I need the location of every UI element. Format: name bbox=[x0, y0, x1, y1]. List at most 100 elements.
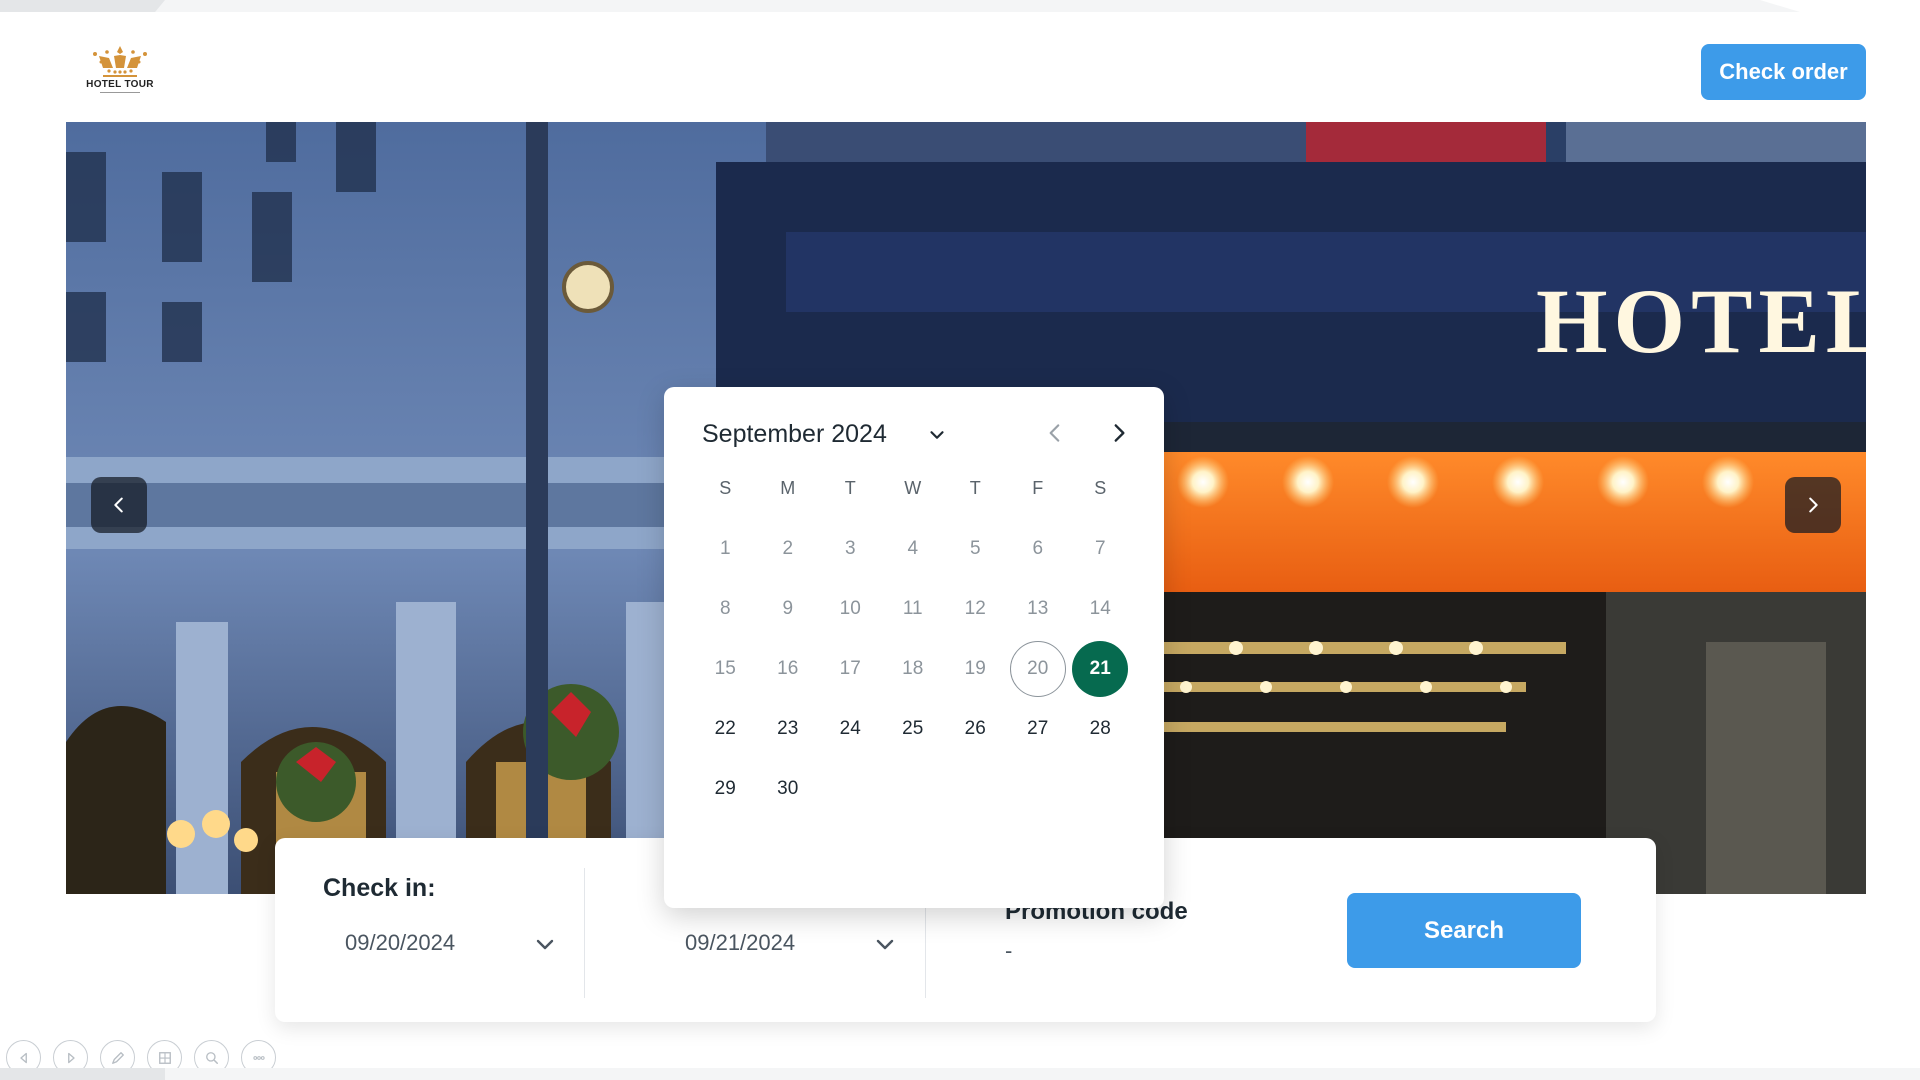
calendar-day: 7 bbox=[1069, 519, 1132, 579]
more-icon bbox=[252, 1055, 265, 1060]
calendar-day[interactable]: 29 bbox=[694, 759, 757, 819]
promo-input[interactable]: - bbox=[1005, 938, 1012, 964]
weekday-label: T bbox=[969, 478, 981, 498]
date-picker-popup: September 2024 S M T W T F S 1 2 3 4 5 6 7 8 9 10… bbox=[664, 387, 1164, 908]
calendar-day-number: 6 bbox=[1032, 538, 1044, 559]
chevron-down-icon[interactable] bbox=[926, 424, 948, 446]
chevron-down-icon bbox=[876, 939, 894, 950]
calendar-day-number: 23 bbox=[777, 718, 799, 739]
calendar-day[interactable]: 26 bbox=[944, 699, 1007, 759]
checkin-value: 09/20/2024 bbox=[345, 930, 456, 955]
hotel-logo[interactable]: HOTEL TOUR bbox=[86, 44, 154, 100]
calendar-day[interactable]: 22 bbox=[694, 699, 757, 759]
calendar-day-number: 19 bbox=[964, 658, 986, 679]
weekday-label: S bbox=[1094, 478, 1107, 498]
calendar-day-number: 11 bbox=[902, 598, 923, 619]
bottom-strip bbox=[0, 1068, 1920, 1080]
calendar-day[interactable]: 27 bbox=[1007, 699, 1070, 759]
calendar-day-number: 2 bbox=[782, 538, 794, 559]
checkin-field[interactable]: 09/20/2024 bbox=[323, 918, 563, 968]
chevron-right-icon bbox=[1114, 423, 1125, 442]
calendar-day-number: 9 bbox=[782, 598, 794, 619]
chevron-left-icon bbox=[1049, 423, 1060, 442]
calendar-day-number: 17 bbox=[839, 658, 861, 679]
calendar-day: 13 bbox=[1007, 579, 1070, 639]
chevron-down-icon bbox=[536, 939, 554, 950]
calendar-day-number: 24 bbox=[839, 718, 861, 739]
calendar-day-number: 22 bbox=[714, 718, 736, 739]
hero-next-button[interactable] bbox=[1785, 477, 1841, 533]
calendar-day-number: 18 bbox=[902, 658, 924, 679]
calendar-day-number: 1 bbox=[719, 538, 731, 559]
calendar-day: 14 bbox=[1069, 579, 1132, 639]
calendar-day[interactable]: 30 bbox=[757, 759, 820, 819]
calendar-day[interactable]: 28 bbox=[1069, 699, 1132, 759]
check-order-button[interactable]: Check order bbox=[1701, 44, 1866, 100]
calendar-day: 18 bbox=[882, 639, 945, 699]
logo-underline bbox=[100, 92, 140, 94]
calendar-day: 16 bbox=[757, 639, 820, 699]
calendar-day-number: 14 bbox=[1089, 598, 1111, 619]
calendar-day[interactable]: 23 bbox=[757, 699, 820, 759]
pen-icon bbox=[111, 1051, 124, 1064]
calendar-day: 4 bbox=[882, 519, 945, 579]
calendar-month-label[interactable]: September 2024 bbox=[702, 420, 887, 449]
checkin-label: Check in: bbox=[323, 874, 436, 902]
calendar-day-number: 7 bbox=[1094, 538, 1106, 559]
weekday-label: F bbox=[1032, 478, 1044, 498]
calendar-day-number: 30 bbox=[777, 778, 799, 799]
top-strip bbox=[0, 0, 1920, 12]
weekday-label: M bbox=[780, 478, 796, 498]
checkout-value: 09/21/2024 bbox=[685, 930, 796, 955]
chevron-left-icon bbox=[114, 497, 123, 513]
calendar-day-number: 13 bbox=[1027, 598, 1049, 619]
search-button[interactable]: Search bbox=[1347, 893, 1581, 968]
calendar-day: 1 bbox=[694, 519, 757, 579]
zoom-icon bbox=[205, 1051, 218, 1064]
calendar-prev-month-button[interactable] bbox=[1040, 419, 1070, 449]
calendar-day[interactable]: 24 bbox=[819, 699, 882, 759]
calendar-next-month-button[interactable] bbox=[1104, 419, 1134, 449]
crown-icon bbox=[93, 46, 147, 77]
hero-prev-button[interactable] bbox=[91, 477, 147, 533]
calendar-day: 15 bbox=[694, 639, 757, 699]
calendar-day-number: 4 bbox=[907, 538, 919, 559]
calendar-day-number: 27 bbox=[1027, 718, 1049, 739]
calendar-day[interactable]: 20 bbox=[1007, 639, 1070, 699]
calendar-day: 3 bbox=[819, 519, 882, 579]
calendar-day: 2 bbox=[757, 519, 820, 579]
calendar-day-number: 16 bbox=[777, 658, 799, 679]
calendar-day-number: 25 bbox=[902, 718, 924, 739]
calendar-day: 8 bbox=[694, 579, 757, 639]
field-divider bbox=[584, 868, 585, 998]
weekday-label: S bbox=[719, 478, 732, 498]
weekday-label: W bbox=[904, 478, 922, 498]
top-strip-tab bbox=[0, 0, 165, 12]
calendar-day: 12 bbox=[944, 579, 1007, 639]
calendar-day-number: 5 bbox=[969, 538, 981, 559]
calendar-day: 19 bbox=[944, 639, 1007, 699]
weekday-label: T bbox=[844, 478, 856, 498]
arrow-right-icon bbox=[67, 1052, 75, 1063]
calendar-day-number: 10 bbox=[839, 598, 861, 619]
calendar-day: 10 bbox=[819, 579, 882, 639]
calendar-day-number: 15 bbox=[714, 658, 736, 679]
bottom-strip-tab bbox=[0, 1068, 165, 1080]
top-strip-corner bbox=[1760, 0, 1920, 12]
calendar-day-number: 20 bbox=[1009, 641, 1066, 697]
calendar-day-number: 8 bbox=[719, 598, 731, 619]
calendar-day-number: 28 bbox=[1089, 718, 1111, 739]
hotel-sign-text: HOTEL bbox=[1536, 270, 1866, 372]
chevron-right-icon bbox=[1809, 497, 1818, 513]
calendar-day: 9 bbox=[757, 579, 820, 639]
calendar-day[interactable]: 25 bbox=[882, 699, 945, 759]
calendar-day-number: 12 bbox=[964, 598, 986, 619]
calendar-day-number: 21 bbox=[1072, 641, 1129, 697]
calendar-day: 11 bbox=[882, 579, 945, 639]
calendar-day-number: 29 bbox=[714, 778, 736, 799]
arrow-left-icon bbox=[19, 1052, 27, 1063]
calendar-day[interactable]: 21 bbox=[1069, 639, 1132, 699]
slides-icon bbox=[158, 1051, 171, 1064]
calendar-day-number: 3 bbox=[844, 538, 856, 559]
checkout-field[interactable]: 09/21/2024 bbox=[663, 918, 903, 968]
